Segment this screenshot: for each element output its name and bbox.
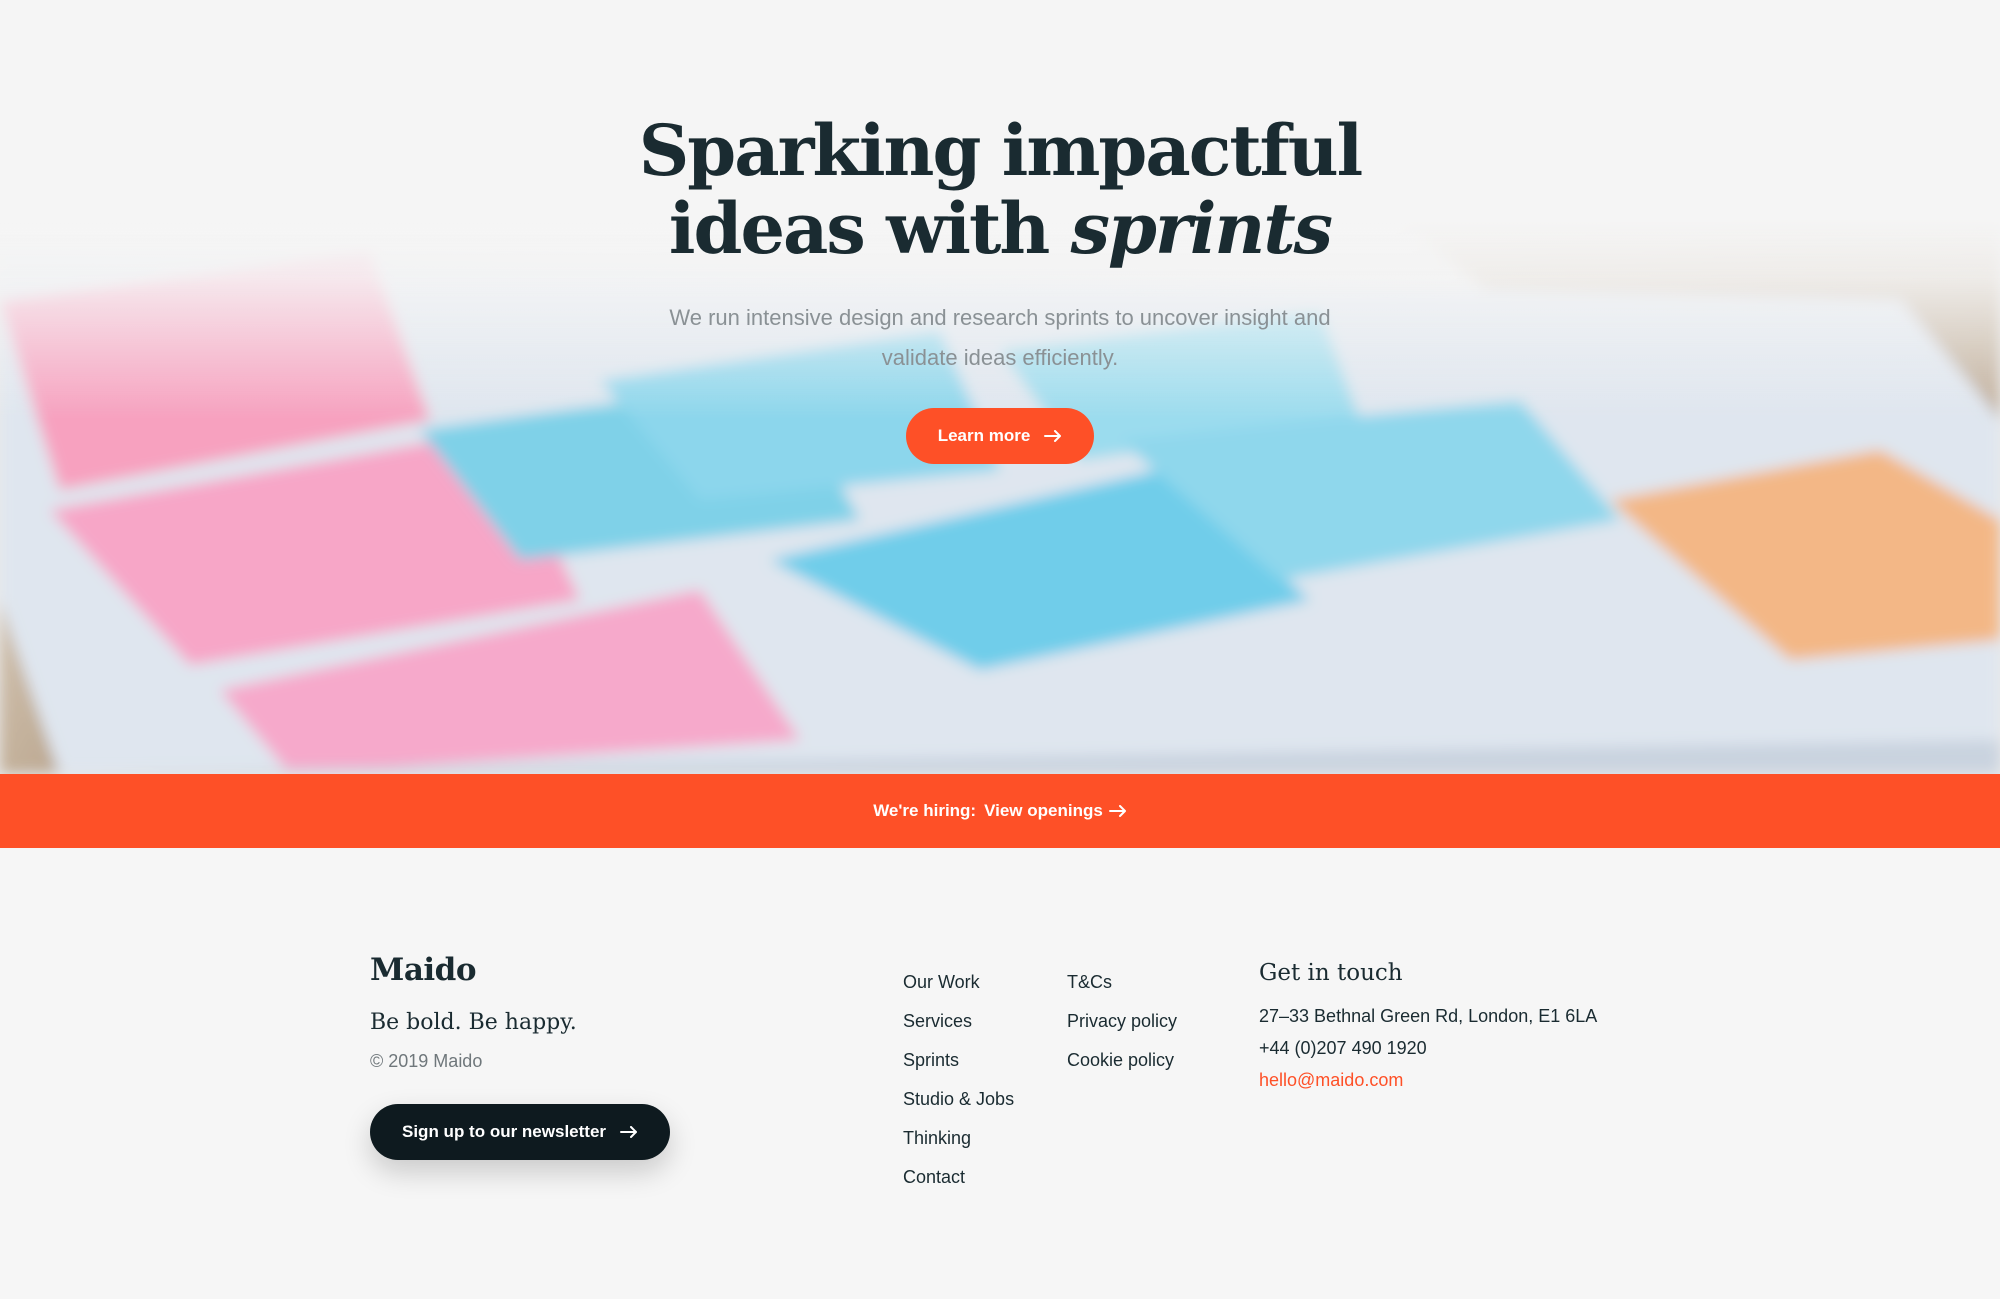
newsletter-label: Sign up to our newsletter [402,1122,607,1141]
hero-section: Sparking impactful ideas with sprints We… [0,0,2000,774]
footer-nav-primary: Our Work Services Sprints Studio & Jobs … [903,963,1014,1197]
brand-logo[interactable]: Maido [370,952,477,988]
footer-link-studio-jobs[interactable]: Studio & Jobs [903,1080,1014,1119]
tagline: Be bold. Be happy. [370,1010,577,1035]
hero-title-line1: Sparking impactful [638,109,1364,192]
hiring-label: We're hiring: [873,801,977,820]
footer-link-sprints[interactable]: Sprints [903,1041,1014,1080]
footer-link-privacy[interactable]: Privacy policy [1067,1002,1177,1041]
hiring-banner: We're hiring: View openings [0,774,2000,848]
contact-email-link[interactable]: hello@maido.com [1259,1064,1597,1096]
learn-more-label: Learn more [937,426,1031,445]
footer-link-our-work[interactable]: Our Work [903,963,1014,1002]
hero-title-line2: ideas with [668,187,1071,270]
footer-link-contact[interactable]: Contact [903,1158,1014,1197]
footer-link-services[interactable]: Services [903,1002,1014,1041]
footer-link-thinking[interactable]: Thinking [903,1119,1014,1158]
view-openings-link[interactable]: View openings [984,801,1127,821]
arrow-right-icon [1044,430,1062,442]
newsletter-signup-button[interactable]: Sign up to our newsletter [370,1104,671,1160]
hero-title: Sparking impactful ideas with sprints [0,112,2000,268]
copyright: © 2019 Maido [370,1051,483,1071]
learn-more-button[interactable]: Learn more [905,408,1095,464]
hero-title-emphasis: sprints [1070,187,1333,270]
footer: Maido Be bold. Be happy. © 2019 Maido Si… [0,848,2000,1299]
contact-phone[interactable]: +44 (0)207 490 1920 [1259,1032,1597,1064]
arrow-right-icon [620,1126,638,1138]
contact-block: Get in touch 27–33 Bethnal Green Rd, Lon… [1259,960,1597,1096]
footer-link-cookies[interactable]: Cookie policy [1067,1041,1177,1080]
view-openings-label: View openings [984,801,1103,820]
hero-content: Sparking impactful ideas with sprints We… [0,112,2000,464]
contact-title: Get in touch [1259,960,1403,986]
arrow-right-icon [1108,805,1126,817]
contact-address: 27–33 Bethnal Green Rd, London, E1 6LA [1259,1006,1598,1026]
footer-link-terms[interactable]: T&Cs [1067,963,1177,1002]
footer-nav-legal: T&Cs Privacy policy Cookie policy [1067,963,1177,1080]
hero-subtitle: We run intensive design and research spr… [669,305,1331,370]
